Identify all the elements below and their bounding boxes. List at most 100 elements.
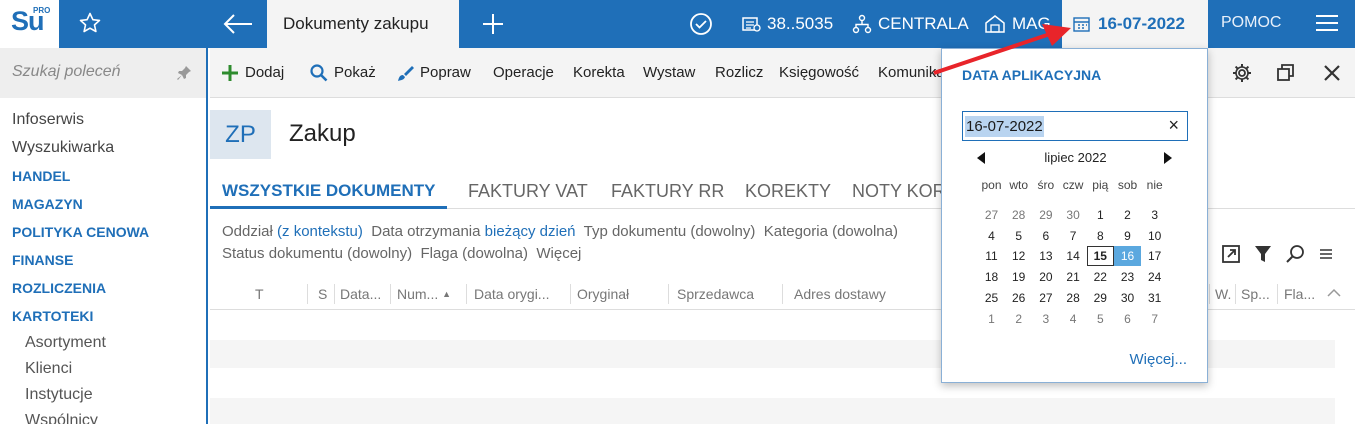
accounting-button[interactable]: Księgowość <box>779 48 859 98</box>
calendar-day[interactable]: 23 <box>1114 267 1141 287</box>
close-icon[interactable] <box>1322 63 1342 83</box>
scroll-up-icon[interactable] <box>1327 288 1341 298</box>
calendar-day[interactable]: 21 <box>1060 267 1087 287</box>
calendar-day[interactable]: 29 <box>1032 205 1059 225</box>
col-number[interactable]: Num... ▲ <box>397 278 451 310</box>
tab-vat-invoices[interactable]: FAKTURY VAT <box>468 173 588 209</box>
tab-corrections[interactable]: KOREKTY <box>745 173 831 209</box>
favorites-star-icon[interactable] <box>78 11 102 35</box>
filter-doctype[interactable]: Typ dokumentu (dowolny) <box>584 223 756 240</box>
col-delivery-address[interactable]: Adres dostawy <box>794 278 886 310</box>
calendar-day[interactable]: 29 <box>1087 288 1114 308</box>
calendar-day[interactable]: 6 <box>1114 309 1141 329</box>
show-button[interactable]: Pokaż <box>310 48 376 98</box>
calendar-day[interactable]: 11 <box>978 246 1005 266</box>
add-button[interactable]: Dodaj <box>221 48 284 98</box>
app-logo[interactable]: Su PRO <box>0 0 59 48</box>
export-icon[interactable] <box>1221 244 1241 264</box>
calendar-day[interactable]: 17 <box>1141 246 1168 266</box>
filter-status[interactable]: Status dokumentu (dowolny) <box>222 245 412 262</box>
sidebar-item-klienci[interactable]: Klienci <box>0 356 206 382</box>
calendar-day[interactable]: 20 <box>1032 267 1059 287</box>
tab-rr-invoices[interactable]: FAKTURY RR <box>611 173 724 209</box>
filter-more[interactable]: Więcej <box>536 245 581 262</box>
check-circle-icon[interactable] <box>689 12 713 36</box>
calendar-day[interactable]: 12 <box>1005 246 1032 266</box>
sidebar-item-polityka-cenowa[interactable]: POLITYKA CENOWA <box>0 218 206 246</box>
col-original-date[interactable]: Data orygi... <box>474 278 549 310</box>
command-search[interactable]: Szukaj poleceń <box>0 48 206 98</box>
search-icon[interactable] <box>1285 244 1305 264</box>
calendar-day[interactable]: 27 <box>978 205 1005 225</box>
clear-icon[interactable]: × <box>1168 115 1179 136</box>
calendar-day[interactable]: 1 <box>1087 205 1114 225</box>
tab-dokumenty-zakupu[interactable]: Dokumenty zakupu <box>267 0 459 48</box>
edit-button[interactable]: Popraw <box>396 48 471 98</box>
calendar-day[interactable]: 8 <box>1087 226 1114 246</box>
calendar-day[interactable]: 13 <box>1032 246 1059 266</box>
communication-button[interactable]: Komunika <box>878 48 945 98</box>
sidebar-item-handel[interactable]: HANDEL <box>0 162 206 190</box>
sidebar-item-kartoteki[interactable]: KARTOTEKI <box>0 302 206 330</box>
restore-window-icon[interactable] <box>1276 63 1296 83</box>
sidebar-item-rozliczenia[interactable]: ROZLICZENIA <box>0 274 206 302</box>
calendar-day[interactable]: 16 <box>1114 246 1141 267</box>
col-flag[interactable]: Fla... <box>1284 278 1315 310</box>
sidebar-item-infoserwis[interactable]: Infoserwis <box>0 106 206 134</box>
pin-icon[interactable] <box>176 65 192 81</box>
calendar-day[interactable]: 30 <box>1060 205 1087 225</box>
col-seller[interactable]: Sprzedawca <box>677 278 754 310</box>
calendar-day[interactable]: 26 <box>1005 288 1032 308</box>
more-link[interactable]: Więcej... <box>1129 351 1187 368</box>
table-row[interactable] <box>210 398 1335 424</box>
warehouse-indicator[interactable]: MAG <box>984 0 1051 48</box>
sidebar-item-instytucje[interactable]: Instytucje <box>0 382 206 408</box>
calendar-day[interactable]: 5 <box>1087 309 1114 329</box>
calendar-day[interactable]: 27 <box>1032 288 1059 308</box>
calendar-day[interactable]: 14 <box>1060 246 1087 266</box>
col-t[interactable]: T <box>255 278 264 310</box>
calendar-day[interactable]: 7 <box>1060 226 1087 246</box>
col-date[interactable]: Data... <box>340 278 381 310</box>
settle-button[interactable]: Rozlicz <box>715 48 763 98</box>
calendar-day[interactable]: 6 <box>1032 226 1059 246</box>
database-indicator[interactable]: 38..5035 <box>741 0 833 48</box>
calendar-day[interactable]: 4 <box>1060 309 1087 329</box>
menu-lines-icon[interactable] <box>1317 244 1335 264</box>
filter-branch-value[interactable]: (z kontekstu) <box>277 223 363 240</box>
branch-indicator[interactable]: CENTRALA <box>852 0 969 48</box>
sidebar-item-wspólnicy[interactable]: Wspólnicy <box>0 408 206 424</box>
filter-icon[interactable] <box>1253 244 1273 264</box>
sidebar-item-finanse[interactable]: FINANSE <box>0 246 206 274</box>
col-w[interactable]: W. <box>1215 278 1231 310</box>
help-button[interactable]: POMOC <box>1221 0 1281 48</box>
calendar-day[interactable]: 5 <box>1005 226 1032 246</box>
calendar-day[interactable]: 22 <box>1087 267 1114 287</box>
tab-all-documents[interactable]: WSZYSTKIE DOKUMENTY <box>210 173 448 209</box>
col-original[interactable]: Oryginał <box>577 278 629 310</box>
sidebar-item-asortyment[interactable]: Asortyment <box>0 330 206 356</box>
calendar-day[interactable]: 18 <box>978 267 1005 287</box>
filter-flag[interactable]: Flaga (dowolna) <box>420 245 528 262</box>
calendar-day[interactable]: 3 <box>1032 309 1059 329</box>
calendar-day[interactable]: 15 <box>1086 246 1114 267</box>
calendar-day[interactable]: 10 <box>1141 226 1168 246</box>
calendar-day[interactable]: 3 <box>1141 205 1168 225</box>
calendar-day[interactable]: 28 <box>1060 288 1087 308</box>
calendar-day[interactable]: 19 <box>1005 267 1032 287</box>
col-s[interactable]: S <box>318 278 327 310</box>
calendar-day[interactable]: 4 <box>978 226 1005 246</box>
next-month-icon[interactable] <box>1164 152 1172 164</box>
calendar-day[interactable]: 28 <box>1005 205 1032 225</box>
main-menu-icon[interactable] <box>1316 15 1338 32</box>
calendar-day[interactable]: 2 <box>1114 205 1141 225</box>
col-sp[interactable]: Sp... <box>1241 278 1270 310</box>
filter-category[interactable]: Kategoria (dowolna) <box>764 223 898 240</box>
calendar-day[interactable]: 7 <box>1141 309 1168 329</box>
issue-button[interactable]: Wystaw <box>643 48 695 98</box>
calendar-day[interactable]: 1 <box>978 309 1005 329</box>
correction-button[interactable]: Korekta <box>573 48 625 98</box>
date-input[interactable]: 16-07-2022 × <box>962 111 1188 141</box>
application-date-button[interactable]: 16-07-2022 <box>1062 0 1208 48</box>
calendar-day[interactable]: 31 <box>1141 288 1168 308</box>
